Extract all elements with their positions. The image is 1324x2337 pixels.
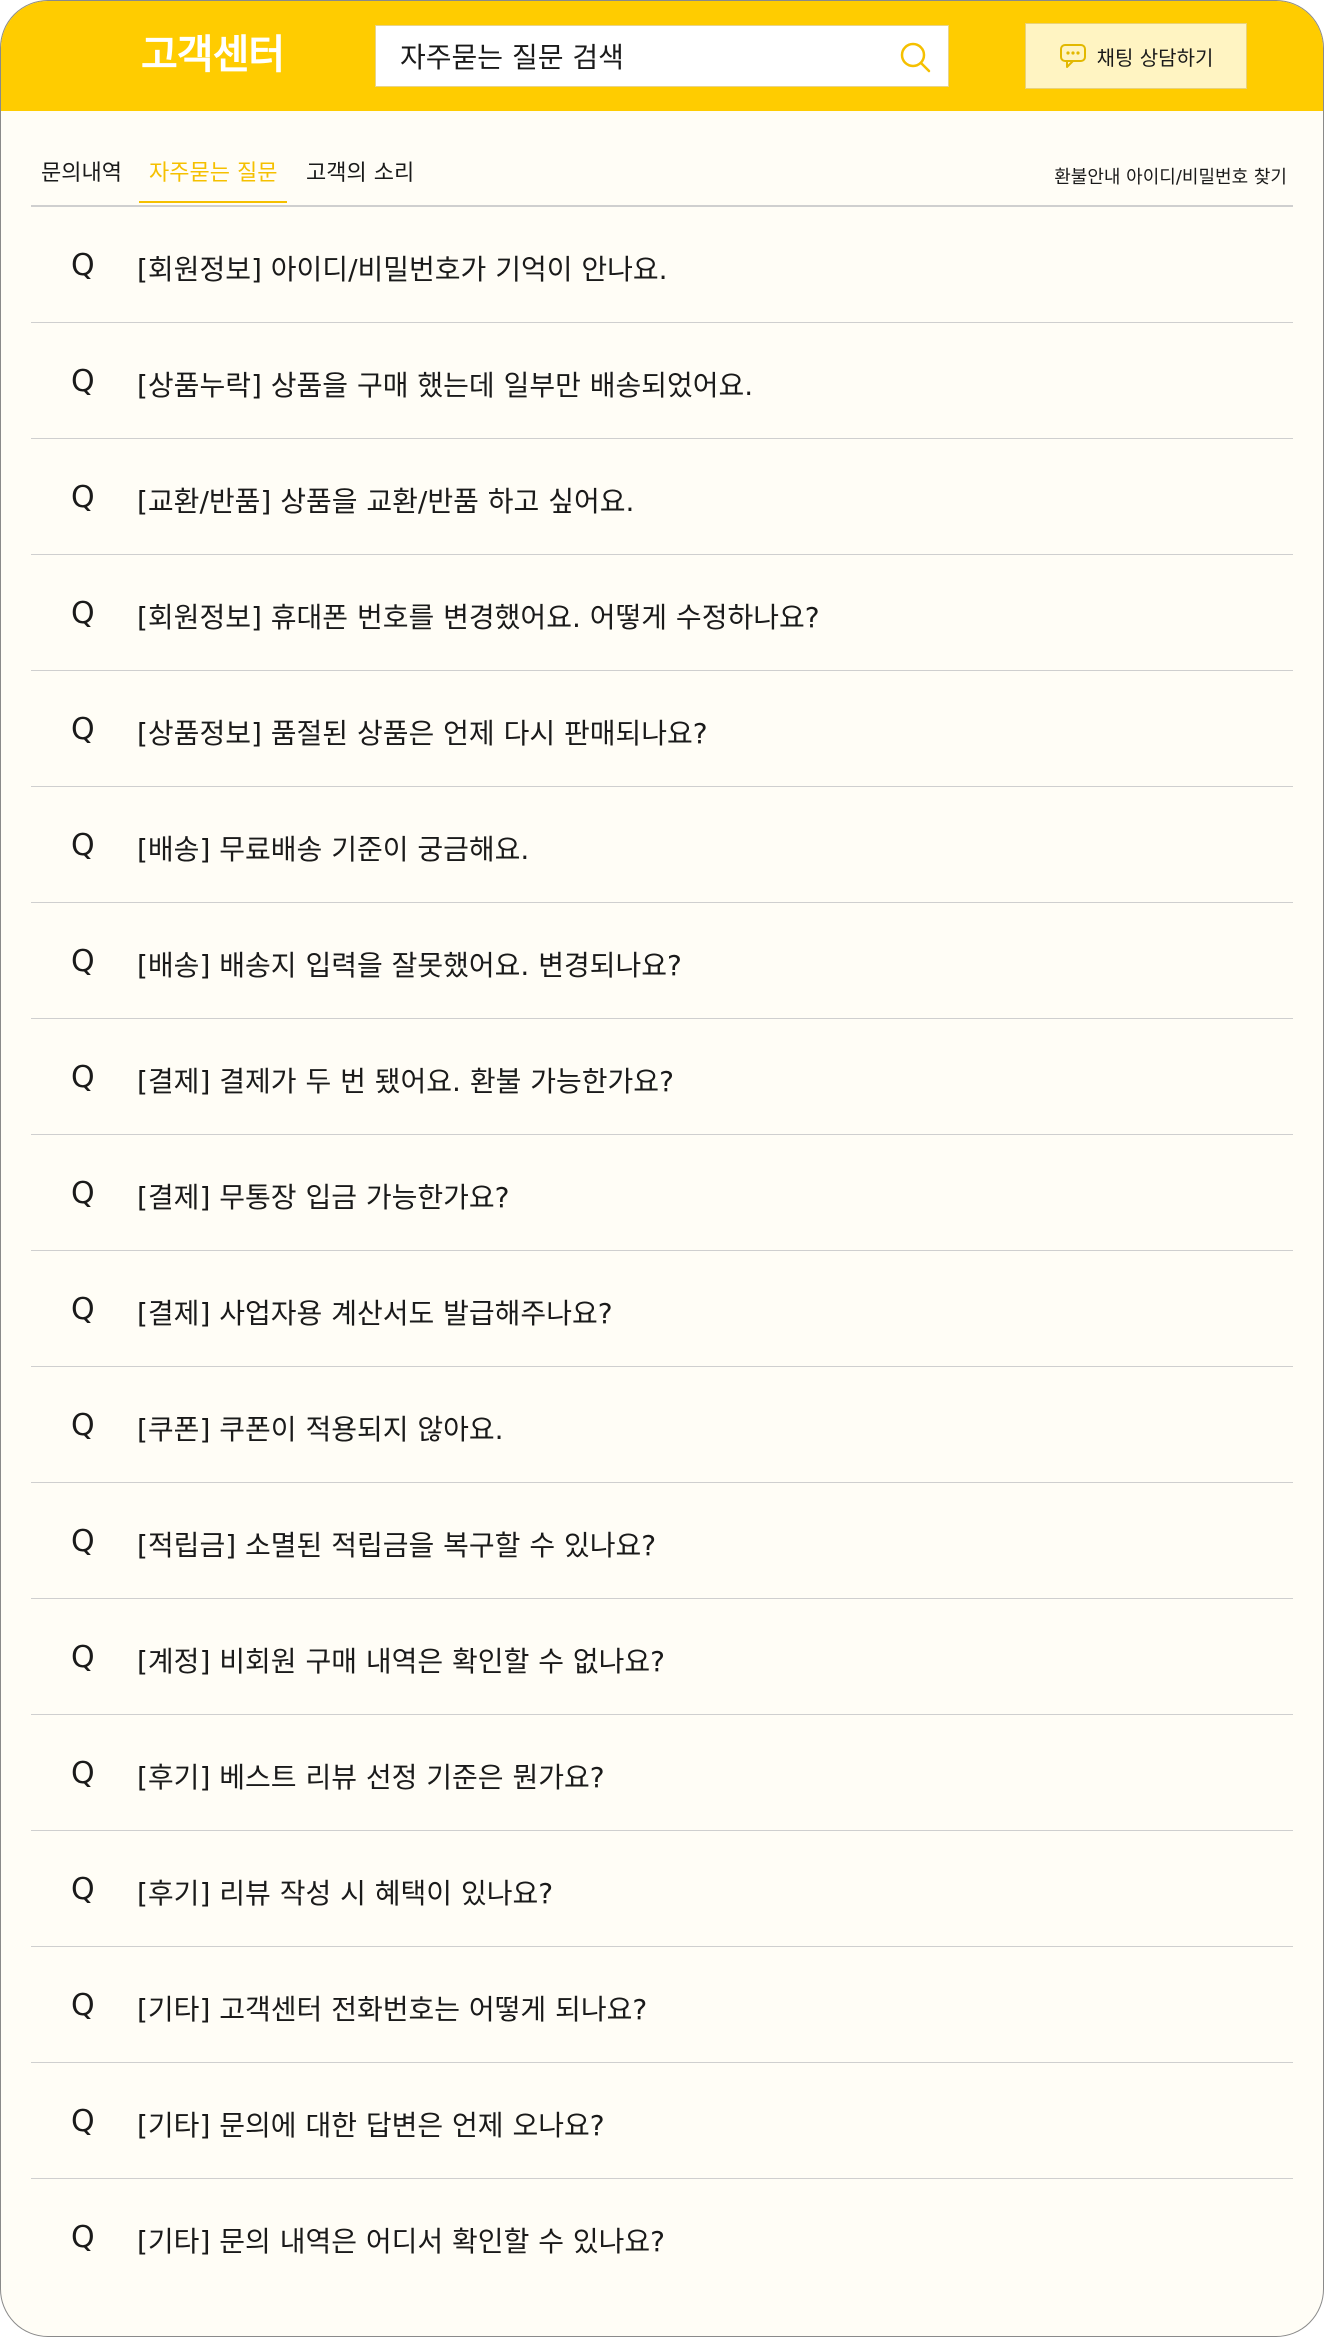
faq-question-text: [결제] 결제가 두 번 됐어요. 환불 가능한가요? (137, 1065, 674, 1098)
chat-bubble-icon (1059, 44, 1086, 68)
tab-inquiry-history[interactable]: 문의내역 (31, 157, 132, 191)
question-mark-label: Q (71, 1988, 95, 2023)
tab-faq[interactable]: 자주묻는 질문 (139, 157, 288, 203)
faq-question-text: [기타] 문의 내역은 어디서 확인할 수 있나요? (137, 2225, 666, 2258)
chat-consult-label: 채팅 상담하기 (1096, 45, 1214, 70)
faq-question-text: [기타] 고객센터 전화번호는 어떻게 되나요? (137, 1993, 648, 2026)
faq-item[interactable]: Q [기타] 문의에 대한 답변은 언제 오나요? (31, 2063, 1293, 2179)
question-mark-label: Q (71, 596, 95, 631)
search-box[interactable] (375, 25, 949, 87)
faq-item[interactable]: Q [후기] 베스트 리뷰 선정 기준은 뭔가요? (31, 1715, 1293, 1831)
faq-item[interactable]: Q [적립금] 소멸된 적립금을 복구할 수 있나요? (31, 1483, 1293, 1599)
faq-question-text: [결제] 사업자용 계산서도 발급해주나요? (137, 1297, 613, 1330)
question-mark-label: Q (71, 364, 95, 399)
question-mark-label: Q (71, 248, 95, 283)
faq-item[interactable]: Q [회원정보] 휴대폰 번호를 변경했어요. 어떻게 수정하나요? (31, 555, 1293, 671)
question-mark-label: Q (71, 1176, 95, 1211)
refund-and-account-links[interactable]: 환불안내 아이디/비밀번호 찾기 (1054, 163, 1287, 193)
faq-item[interactable]: Q [상품정보] 품절된 상품은 언제 다시 판매되나요? (31, 671, 1293, 787)
faq-question-text: [상품정보] 품절된 상품은 언제 다시 판매되나요? (137, 717, 708, 750)
faq-item[interactable]: Q [배송] 무료배송 기준이 궁금해요. (31, 787, 1293, 903)
customer-center-page: 고객센터 채팅 상담하기 문의내역 자주묻는 질문 고객의 소리 환불안내 아이… (0, 0, 1324, 2337)
faq-question-text: [계정] 비회원 구매 내역은 확인할 수 없나요? (137, 1645, 666, 1678)
faq-question-text: [회원정보] 아이디/비밀번호가 기억이 안나요. (137, 253, 668, 286)
faq-item[interactable]: Q [결제] 사업자용 계산서도 발급해주나요? (31, 1251, 1293, 1367)
faq-item[interactable]: Q [회원정보] 아이디/비밀번호가 기억이 안나요. (31, 207, 1293, 323)
question-mark-label: Q (71, 480, 95, 515)
question-mark-label: Q (71, 1292, 95, 1327)
question-mark-label: Q (71, 2104, 95, 2139)
faq-question-text: [적립금] 소멸된 적립금을 복구할 수 있나요? (137, 1529, 657, 1562)
faq-question-text: [쿠폰] 쿠폰이 적용되지 않아요. (137, 1413, 504, 1446)
question-mark-label: Q (71, 712, 95, 747)
question-mark-label: Q (71, 944, 95, 979)
question-mark-label: Q (71, 1640, 95, 1675)
search-icon[interactable] (898, 40, 932, 74)
tab-customer-voice[interactable]: 고객의 소리 (296, 157, 424, 191)
question-mark-label: Q (71, 1060, 95, 1095)
header-bar: 고객센터 채팅 상담하기 (1, 1, 1323, 111)
faq-question-text: [후기] 베스트 리뷰 선정 기준은 뭔가요? (137, 1761, 605, 1794)
faq-question-text: [기타] 문의에 대한 답변은 언제 오나요? (137, 2109, 605, 2142)
faq-item[interactable]: Q [쿠폰] 쿠폰이 적용되지 않아요. (31, 1367, 1293, 1483)
faq-question-text: [배송] 무료배송 기준이 궁금해요. (137, 833, 530, 866)
chat-consult-button[interactable]: 채팅 상담하기 (1025, 23, 1247, 89)
faq-item[interactable]: Q [상품누락] 상품을 구매 했는데 일부만 배송되었어요. (31, 323, 1293, 439)
question-mark-label: Q (71, 1872, 95, 1907)
faq-question-text: [회원정보] 휴대폰 번호를 변경했어요. 어떻게 수정하나요? (137, 601, 820, 634)
faq-item[interactable]: Q [교환/반품] 상품을 교환/반품 하고 싶어요. (31, 439, 1293, 555)
faq-item[interactable]: Q [배송] 배송지 입력을 잘못했어요. 변경되나요? (31, 903, 1293, 1019)
faq-question-text: [결제] 무통장 입금 가능한가요? (137, 1181, 510, 1214)
question-mark-label: Q (71, 2220, 95, 2255)
brand-title[interactable]: 고객센터 (141, 27, 285, 83)
faq-item[interactable]: Q [결제] 무통장 입금 가능한가요? (31, 1135, 1293, 1251)
faq-question-text: [배송] 배송지 입력을 잘못했어요. 변경되나요? (137, 949, 682, 982)
faq-item[interactable]: Q [기타] 고객센터 전화번호는 어떻게 되나요? (31, 1947, 1293, 2063)
faq-item[interactable]: Q [계정] 비회원 구매 내역은 확인할 수 없나요? (31, 1599, 1293, 1715)
question-mark-label: Q (71, 1756, 95, 1791)
faq-item[interactable]: Q [후기] 리뷰 작성 시 혜택이 있나요? (31, 1831, 1293, 1947)
faq-item[interactable]: Q [기타] 문의 내역은 어디서 확인할 수 있나요? (31, 2179, 1293, 2295)
faq-list: Q [회원정보] 아이디/비밀번호가 기억이 안나요. Q [상품누락] 상품을 구매… (31, 207, 1293, 2295)
tab-bar: 문의내역 자주묻는 질문 고객의 소리 환불안내 아이디/비밀번호 찾기 (31, 151, 1293, 207)
faq-question-text: [상품누락] 상품을 구매 했는데 일부만 배송되었어요. (137, 369, 754, 402)
question-mark-label: Q (71, 1524, 95, 1559)
faq-question-text: [후기] 리뷰 작성 시 혜택이 있나요? (137, 1877, 554, 1910)
question-mark-label: Q (71, 1408, 95, 1443)
faq-item[interactable]: Q [결제] 결제가 두 번 됐어요. 환불 가능한가요? (31, 1019, 1293, 1135)
question-mark-label: Q (71, 828, 95, 863)
search-input[interactable] (400, 40, 880, 74)
faq-question-text: [교환/반품] 상품을 교환/반품 하고 싶어요. (137, 485, 635, 518)
